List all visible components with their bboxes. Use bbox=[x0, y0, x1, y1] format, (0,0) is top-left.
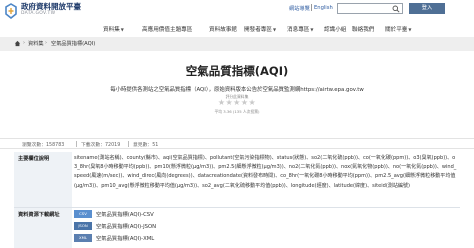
brand-title: 政府資料開放平臺 bbox=[21, 2, 81, 11]
breadcrumb-separator: › bbox=[45, 40, 47, 46]
comment-count: 意見數：51 bbox=[133, 143, 159, 148]
stat-divider bbox=[128, 141, 129, 147]
fields-label: 主要欄位說明 bbox=[14, 152, 72, 207]
chevron-down-icon: ▼ bbox=[408, 27, 412, 32]
breadcrumb: › 資料集 › 空氣品質指標(AQI) bbox=[0, 37, 474, 51]
breadcrumb-separator: › bbox=[23, 40, 25, 46]
csv-format-badge: CSV bbox=[74, 210, 92, 218]
brand-subtitle: DATA.GOV.TW bbox=[21, 11, 56, 16]
fields-row: 主要欄位說明 sitename(測站名稱)、county(縣市)、aqi(空氣品… bbox=[14, 152, 460, 208]
nav-item-news[interactable]: 消息專區▼ bbox=[287, 25, 313, 33]
resource-link[interactable]: 空氣品質指標(AQI)-JSON bbox=[96, 222, 156, 230]
download-count: 下載次數：72019 bbox=[81, 143, 121, 148]
chevron-down-icon: ▼ bbox=[310, 27, 314, 32]
fields-description: sitename(測站名稱)、county(縣市)、aqi(空氣品質指標)、po… bbox=[74, 155, 457, 189]
xml-format-badge: XML bbox=[74, 234, 92, 242]
sitemap-link[interactable]: 網站導覽 bbox=[289, 5, 310, 12]
stat-divider bbox=[76, 141, 77, 147]
brand[interactable]: 政府資料開放平臺 DATA.GOV.TW bbox=[21, 2, 81, 17]
breadcrumb-current: 空氣品質指標(AQI) bbox=[51, 41, 96, 47]
chevron-down-icon: ▼ bbox=[120, 27, 124, 32]
chevron-down-icon: ▼ bbox=[272, 27, 277, 32]
platform-logo[interactable] bbox=[4, 3, 18, 19]
dataset-stats: 瀏覽次數：158783 下載次數：72019 意見數：51 bbox=[0, 138, 474, 149]
resource-link[interactable]: 空氣品質指標(AQI)-CSV bbox=[96, 210, 154, 218]
nav-item-data-stories[interactable]: 資料故事館 bbox=[209, 25, 237, 33]
nav-item-about-platform[interactable]: 關於平臺▼ bbox=[385, 25, 411, 33]
nav-item-contact[interactable]: 聯絡我們 bbox=[352, 25, 374, 33]
search-box[interactable] bbox=[337, 3, 403, 23]
json-format-badge: JSON bbox=[74, 222, 92, 230]
main-nav: 資料集▼ 高應用價值主題專區 資料故事館 開發者專區▼ 消息專區▼ 認識小組 聯… bbox=[0, 24, 474, 34]
nav-item-label: 消息專區 bbox=[287, 27, 310, 33]
rating-stars[interactable]: ★★★★★ bbox=[0, 98, 474, 107]
nav-item-label: 資料集 bbox=[103, 27, 120, 33]
home-icon[interactable] bbox=[14, 40, 21, 47]
nav-item-datasets[interactable]: 資料集▼ bbox=[103, 25, 124, 33]
site-header: 政府資料開放平臺 DATA.GOV.TW 網站導覽 English 登入 bbox=[0, 0, 474, 24]
search-input[interactable] bbox=[338, 13, 392, 23]
resources-row: 資料資源下載網址 CSV 空氣品質指標(AQI)-CSV JSON 空氣品質指標… bbox=[14, 208, 460, 248]
english-link[interactable]: English bbox=[314, 5, 333, 11]
resource-link[interactable]: 空氣品質指標(AQI)-XML bbox=[96, 234, 154, 242]
view-count: 瀏覽次數：158783 bbox=[22, 143, 65, 148]
search-icon[interactable] bbox=[392, 5, 400, 13]
nav-item-developers[interactable]: 開發者專區▼ bbox=[244, 25, 276, 33]
rating-average: 平均 3.36 (135 人次投票) bbox=[214, 109, 260, 114]
link-divider bbox=[311, 4, 312, 11]
nav-item-label: 開發者專區 bbox=[244, 27, 272, 33]
page-title: 空氣品質指標(AQI) bbox=[185, 64, 289, 78]
nav-item-label: 關於平臺 bbox=[385, 27, 408, 33]
resources-label: 資料資源下載網址 bbox=[14, 208, 72, 248]
login-button[interactable]: 登入 bbox=[409, 3, 445, 14]
dataset-description: 每小時提供各測站之空氣品質指標（AQI），原始資料版本公告於空氣品質監測網htt… bbox=[110, 87, 364, 93]
breadcrumb-datasets[interactable]: 資料集 bbox=[28, 40, 44, 47]
nav-item-about-team[interactable]: 認識小組 bbox=[324, 25, 346, 33]
nav-item-high-value[interactable]: 高應用價值主題專區 bbox=[142, 25, 192, 33]
